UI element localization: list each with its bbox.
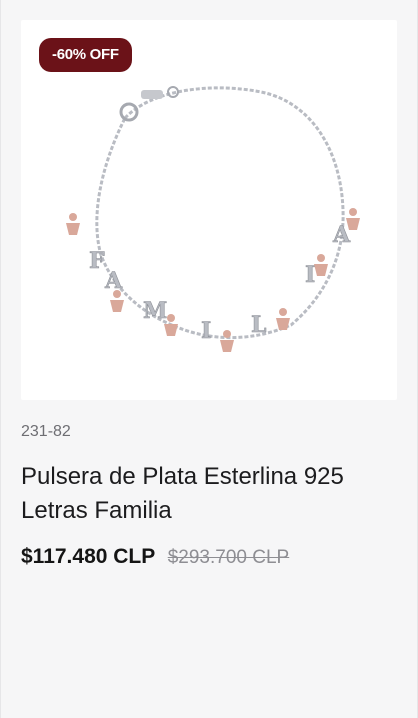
letter-charm: F bbox=[89, 248, 105, 274]
product-image-area[interactable]: FAMILIA -60% OFF bbox=[21, 20, 397, 400]
bracelet-image: FAMI LIA bbox=[66, 86, 360, 352]
letter-charm: L bbox=[251, 312, 266, 338]
clasp-icon bbox=[119, 86, 179, 122]
letter-charm: A bbox=[104, 268, 123, 294]
letter-charm: I bbox=[201, 318, 211, 344]
letter-charm: I bbox=[305, 262, 315, 288]
letter-charm: M bbox=[143, 298, 167, 324]
current-price: $117.480 CLP bbox=[21, 545, 156, 568]
original-price: $293.700 CLP bbox=[167, 547, 290, 568]
bracelet-chain bbox=[95, 86, 345, 340]
discount-badge: -60% OFF bbox=[39, 38, 132, 72]
price-row: $117.480 CLP $293.700 CLP bbox=[21, 545, 289, 569]
figure-charm-icon bbox=[314, 254, 328, 276]
product-card[interactable]: FAMILIA -60% OFF 231-82 Pulsera de Plata… bbox=[0, 0, 418, 718]
product-sku: 231-82 bbox=[21, 423, 71, 440]
figure-charm-icon bbox=[220, 330, 234, 352]
product-title[interactable]: Pulsera de Plata Esterlina 925 Letras Fa… bbox=[21, 460, 391, 528]
figure-charm-icon bbox=[66, 213, 80, 235]
